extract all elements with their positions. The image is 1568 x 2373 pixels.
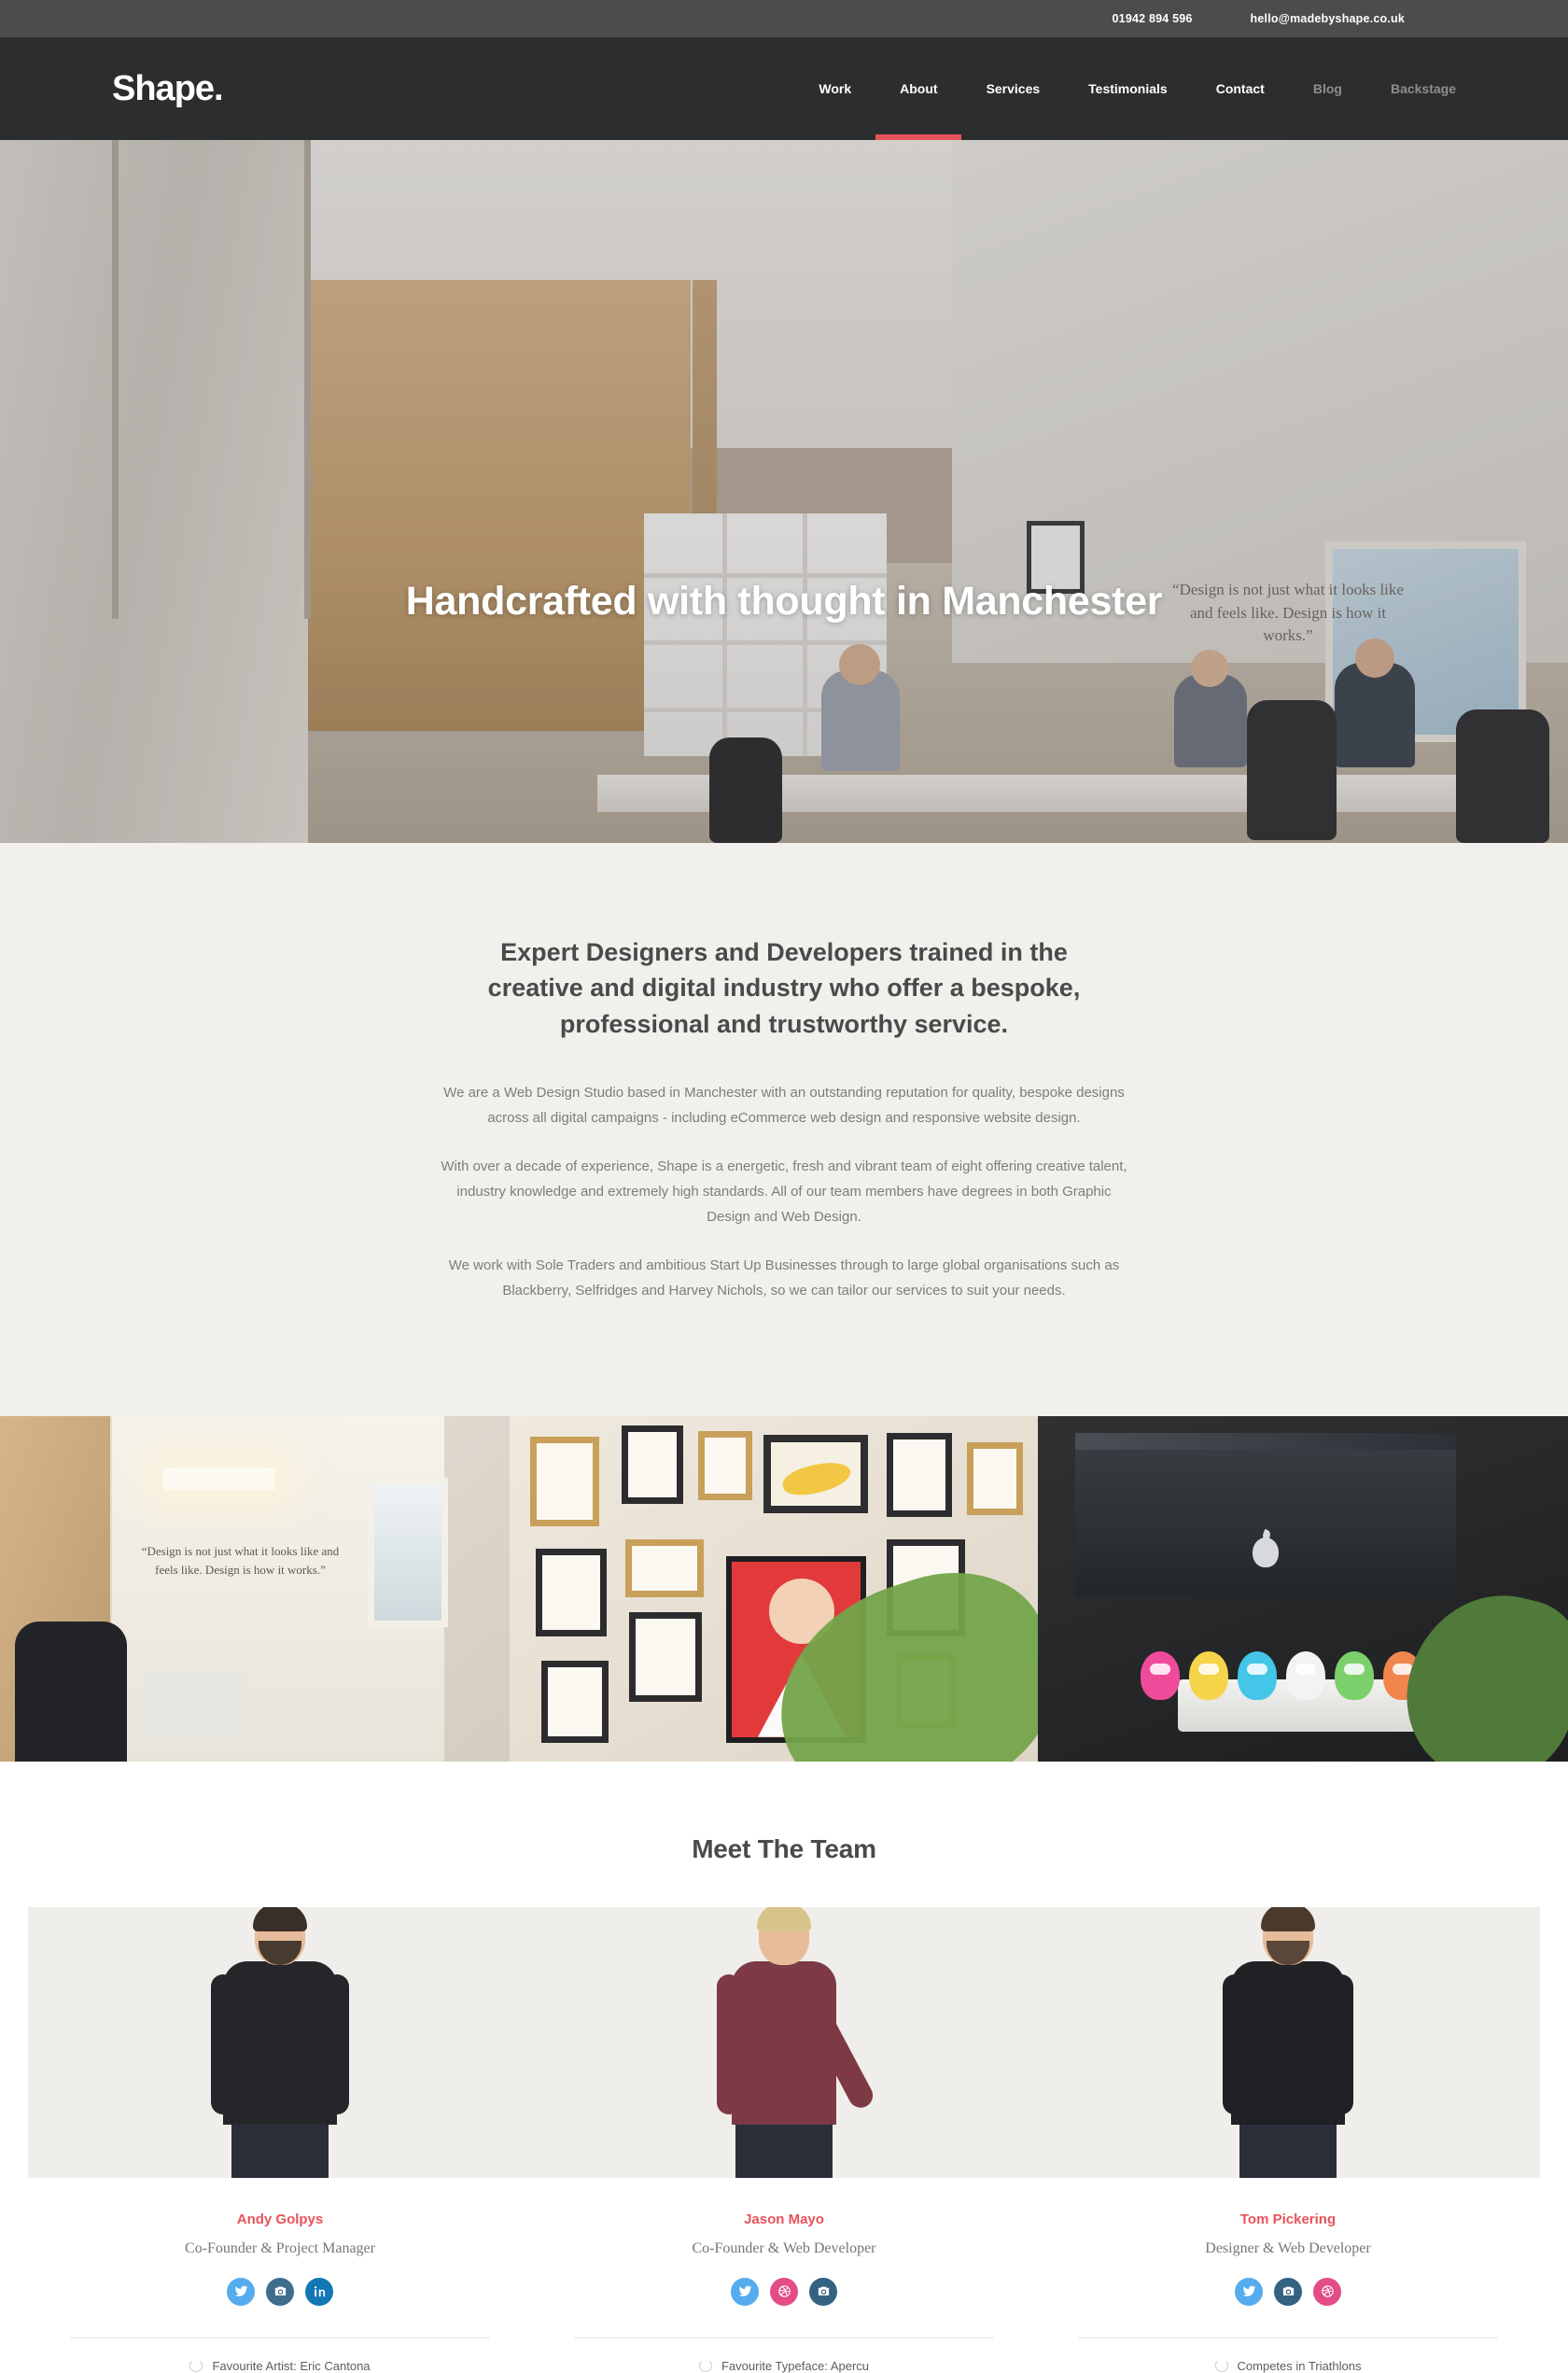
dribbble-icon[interactable] — [770, 2277, 798, 2306]
team-member-role: Designer & Web Developer — [1205, 2240, 1371, 2256]
nav-item-about[interactable]: About — [900, 37, 937, 140]
instagram-icon[interactable] — [809, 2277, 837, 2306]
team-grid: Andy Golpys Co-Founder & Project Manager… — [28, 1906, 1540, 2373]
team-member-role: Co-Founder & Web Developer — [692, 2240, 876, 2256]
team-member-fact: Favourite Artist: Eric Cantona — [212, 2358, 371, 2373]
team-member-fact-row: Favourite Typeface: Apercu — [532, 2337, 1036, 2373]
hero-overlay — [0, 140, 1568, 843]
phone-link[interactable]: 01942 894 596 — [1113, 12, 1193, 25]
team-member-name: Andy Golpys — [236, 2211, 324, 2227]
team-member-fact: Competes in Triathlons — [1237, 2358, 1362, 2373]
framed-quote-text: “Design is not just what it looks like a… — [141, 1543, 340, 1577]
main-navigation: Shape. Work About Services Testimonials … — [0, 37, 1568, 140]
intro-paragraph-3: We work with Sole Traders and ambitious … — [448, 1257, 1120, 1299]
photo-strip: “Design is not just what it looks like a… — [0, 1415, 1568, 1762]
hero-title: Handcrafted with thought in Manchester — [405, 579, 1163, 624]
nav-item-contact[interactable]: Contact — [1216, 37, 1265, 140]
team-section: Meet The Team Andy Golpys Co-Founder & P… — [0, 1761, 1568, 2373]
instagram-icon[interactable] — [266, 2277, 294, 2306]
email-link[interactable]: hello@madebyshape.co.uk — [1251, 12, 1405, 25]
team-member-photo — [28, 1906, 532, 2178]
team-member-card[interactable]: Tom Pickering Designer & Web Developer C… — [1036, 1906, 1540, 2373]
circle-icon — [189, 2359, 203, 2373]
nav-item-blog[interactable]: Blog — [1313, 37, 1342, 140]
circle-icon — [1214, 2359, 1228, 2373]
team-member-photo — [532, 1906, 1036, 2178]
photo-office-wall: “Design is not just what it looks like a… — [0, 1415, 510, 1762]
team-member-role: Co-Founder & Project Manager — [185, 2240, 375, 2256]
intro-paragraph-1: We are a Web Design Studio based in Manc… — [443, 1084, 1125, 1126]
linkedin-icon[interactable] — [305, 2277, 333, 2306]
intro-section: Expert Designers and Developers trained … — [0, 843, 1568, 1416]
team-member-name: Tom Pickering — [1239, 2211, 1337, 2227]
nav-item-work[interactable]: Work — [819, 37, 851, 140]
team-member-socials — [1036, 2277, 1540, 2306]
photo-desk-toys — [1038, 1415, 1568, 1762]
intro-heading: Expert Designers and Developers trained … — [487, 938, 1081, 1038]
circle-icon — [698, 2359, 712, 2373]
instagram-icon[interactable] — [1274, 2277, 1302, 2306]
team-member-fact-row: Competes in Triathlons — [1036, 2337, 1540, 2373]
team-member-card[interactable]: Andy Golpys Co-Founder & Project Manager… — [28, 1906, 532, 2373]
top-utility-bar: 01942 894 596 hello@madebyshape.co.uk — [0, 0, 1568, 37]
team-member-socials — [532, 2277, 1036, 2306]
team-member-photo — [1036, 1906, 1540, 2178]
twitter-icon[interactable] — [227, 2277, 255, 2306]
intro-paragraph-2: With over a decade of experience, Shape … — [441, 1158, 1127, 1225]
team-member-socials — [28, 2277, 532, 2306]
twitter-icon[interactable] — [1235, 2277, 1263, 2306]
nav-item-testimonials[interactable]: Testimonials — [1088, 37, 1168, 140]
dribbble-icon[interactable] — [1313, 2277, 1341, 2306]
team-heading: Meet The Team — [692, 1833, 876, 1863]
team-member-card[interactable]: Jason Mayo Co-Founder & Web Developer Fa… — [532, 1906, 1036, 2373]
photo-gallery-wall — [510, 1415, 1038, 1762]
nav-item-services[interactable]: Services — [987, 37, 1041, 140]
site-logo[interactable]: Shape. — [112, 71, 224, 106]
team-member-fact: Favourite Typeface: Apercu — [721, 2358, 870, 2373]
team-member-name: Jason Mayo — [744, 2211, 824, 2227]
twitter-icon[interactable] — [731, 2277, 759, 2306]
team-member-fact-row: Favourite Artist: Eric Cantona — [28, 2337, 532, 2373]
intro-copy: We are a Web Design Studio based in Manc… — [437, 1081, 1132, 1304]
nav-links: Work About Services Testimonials Contact… — [819, 37, 1456, 140]
nav-item-backstage[interactable]: Backstage — [1391, 37, 1456, 140]
hero-banner: “Design is not just what it looks like a… — [0, 140, 1568, 843]
